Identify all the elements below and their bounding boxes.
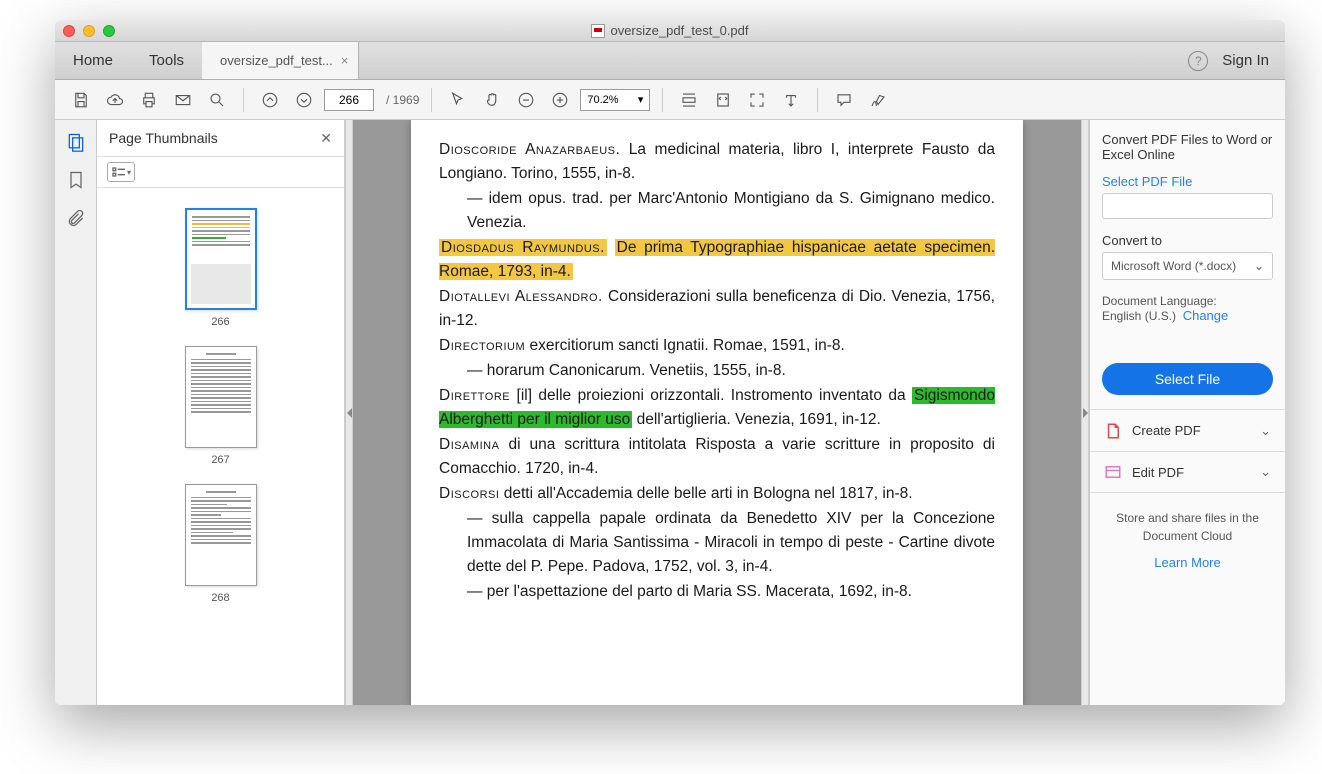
zoom-value: 70.2% xyxy=(587,94,618,106)
thumbnail-label: 268 xyxy=(185,592,257,604)
cloud-icon[interactable] xyxy=(101,86,129,114)
convert-to-label: Convert to xyxy=(1102,233,1273,248)
entry-heading: Dioscoride Anazarbaeus. xyxy=(439,141,620,158)
attachment-icon[interactable] xyxy=(66,208,86,228)
select-tool-icon[interactable] xyxy=(444,86,472,114)
create-pdf-label: Create PDF xyxy=(1132,423,1201,438)
page-down-icon[interactable] xyxy=(290,86,318,114)
select-file-button[interactable]: Select File xyxy=(1102,363,1273,395)
select-pdf-link[interactable]: Select PDF File xyxy=(1102,174,1273,189)
zoom-out-icon[interactable] xyxy=(512,86,540,114)
print-icon[interactable] xyxy=(135,86,163,114)
page-number-input[interactable] xyxy=(324,89,374,111)
thumbnail-label: 266 xyxy=(185,316,257,328)
entry-text: exercitiorum sancti Ignatii. Romae, 1591… xyxy=(525,337,845,354)
entry-text: — idem opus. trad. per Marc'Antonio Mont… xyxy=(439,187,995,235)
thumbnails-icon[interactable] xyxy=(66,132,86,152)
entry-heading: Discorsi xyxy=(439,485,499,502)
create-pdf-row[interactable]: Create PDF ⌄ xyxy=(1090,409,1285,451)
thumbnail-options-button[interactable]: ▾ xyxy=(107,162,135,182)
tab-bar: Home Tools oversize_pdf_test... × ? Sign… xyxy=(55,42,1285,80)
hand-tool-icon[interactable] xyxy=(478,86,506,114)
entry-text: dell'artiglieria. Venezia, 1691, in-12. xyxy=(632,411,881,428)
entry-text: — sulla cappella papale ordinata da Bene… xyxy=(439,507,995,579)
page-up-icon[interactable] xyxy=(256,86,284,114)
tab-document-label: oversize_pdf_test... xyxy=(220,53,333,68)
doc-language-label: Document Language: xyxy=(1102,294,1217,308)
pdf-file-field[interactable] xyxy=(1102,193,1273,219)
close-panel-icon[interactable]: ✕ xyxy=(320,130,332,147)
left-divider[interactable] xyxy=(345,120,353,705)
page-total: / 1969 xyxy=(386,93,419,107)
edit-pdf-icon xyxy=(1104,463,1122,481)
collapse-left-icon[interactable] xyxy=(347,408,352,418)
chevron-down-icon: ▾ xyxy=(638,93,644,106)
thumbnail-label: 267 xyxy=(185,454,257,466)
help-icon[interactable]: ? xyxy=(1188,51,1208,71)
collapse-right-icon[interactable] xyxy=(1083,408,1088,418)
store-share-text: Store and share files in the Document Cl… xyxy=(1102,509,1273,545)
convert-heading: Convert PDF Files to Word or Excel Onlin… xyxy=(1102,132,1273,162)
chevron-down-icon: ⌄ xyxy=(1254,259,1264,273)
thumbnail-268[interactable]: 268 xyxy=(185,484,257,604)
tab-document[interactable]: oversize_pdf_test... × xyxy=(202,42,359,79)
sign-in-button[interactable]: Sign In xyxy=(1222,52,1269,69)
change-language-link[interactable]: Change xyxy=(1183,308,1229,323)
fullscreen-icon[interactable] xyxy=(743,86,771,114)
zoom-select[interactable]: 70.2% ▾ xyxy=(580,89,650,111)
pdf-icon xyxy=(591,24,605,38)
entry-heading: Directorium xyxy=(439,337,525,354)
toolbar: / 1969 70.2% ▾ xyxy=(55,80,1285,120)
tab-tools[interactable]: Tools xyxy=(131,42,202,79)
sign-icon[interactable] xyxy=(864,86,892,114)
edit-pdf-label: Edit PDF xyxy=(1132,465,1184,480)
entry-text: — per l'aspettazione del parto di Maria … xyxy=(439,580,995,604)
right-divider[interactable] xyxy=(1081,120,1089,705)
tab-close-icon[interactable]: × xyxy=(341,53,349,68)
entry-heading: Diotallevi Alessandro. xyxy=(439,288,603,305)
zoom-in-icon[interactable] xyxy=(546,86,574,114)
search-icon[interactable] xyxy=(203,86,231,114)
chevron-down-icon: ⌄ xyxy=(1260,423,1271,439)
left-rail xyxy=(55,120,97,705)
entry-heading: Direttore xyxy=(439,387,510,404)
thumbnail-266[interactable]: 266 xyxy=(185,208,257,328)
thumbnails-title: Page Thumbnails xyxy=(109,130,218,146)
page-content: Dioscoride Anazarbaeus. La medicinal mat… xyxy=(411,120,1023,705)
entry-text: [il] delle proiezioni orizzontali. Instr… xyxy=(510,387,912,404)
entry-heading: Disamina xyxy=(439,436,499,453)
thumbnails-panel: Page Thumbnails ✕ ▾ 266 267 268 xyxy=(97,120,345,705)
convert-format-select[interactable]: Microsoft Word (*.docx) ⌄ xyxy=(1102,252,1273,280)
comment-icon[interactable] xyxy=(830,86,858,114)
convert-format-value: Microsoft Word (*.docx) xyxy=(1111,259,1236,273)
create-pdf-icon xyxy=(1104,422,1122,440)
thumbnail-267[interactable]: 267 xyxy=(185,346,257,466)
scroll-icon[interactable] xyxy=(777,86,805,114)
fit-page-icon[interactable] xyxy=(709,86,737,114)
tab-home[interactable]: Home xyxy=(55,42,131,79)
entry-text: — horarum Canonicarum. Venetiis, 1555, i… xyxy=(439,359,995,383)
bookmark-icon[interactable] xyxy=(66,170,86,190)
titlebar: oversize_pdf_test_0.pdf xyxy=(55,20,1285,42)
doc-language-value: English (U.S.) xyxy=(1102,309,1176,323)
learn-more-link[interactable]: Learn More xyxy=(1154,555,1220,570)
email-icon[interactable] xyxy=(169,86,197,114)
thumbnail-list[interactable]: 266 267 268 xyxy=(97,188,344,705)
chevron-down-icon: ⌄ xyxy=(1260,464,1271,480)
entry-text: detti all'Accademia delle belle arti in … xyxy=(499,485,912,502)
window-title: oversize_pdf_test_0.pdf xyxy=(610,23,748,38)
highlight-yellow[interactable]: Diosdadus Raymundus. xyxy=(439,239,607,256)
tools-panel: Convert PDF Files to Word or Excel Onlin… xyxy=(1089,120,1285,705)
edit-pdf-row[interactable]: Edit PDF ⌄ xyxy=(1090,451,1285,493)
document-view[interactable]: Dioscoride Anazarbaeus. La medicinal mat… xyxy=(353,120,1081,705)
save-icon[interactable] xyxy=(67,86,95,114)
entry-text: di una scrittura intitolata Risposta a v… xyxy=(439,436,995,477)
fit-width-icon[interactable] xyxy=(675,86,703,114)
